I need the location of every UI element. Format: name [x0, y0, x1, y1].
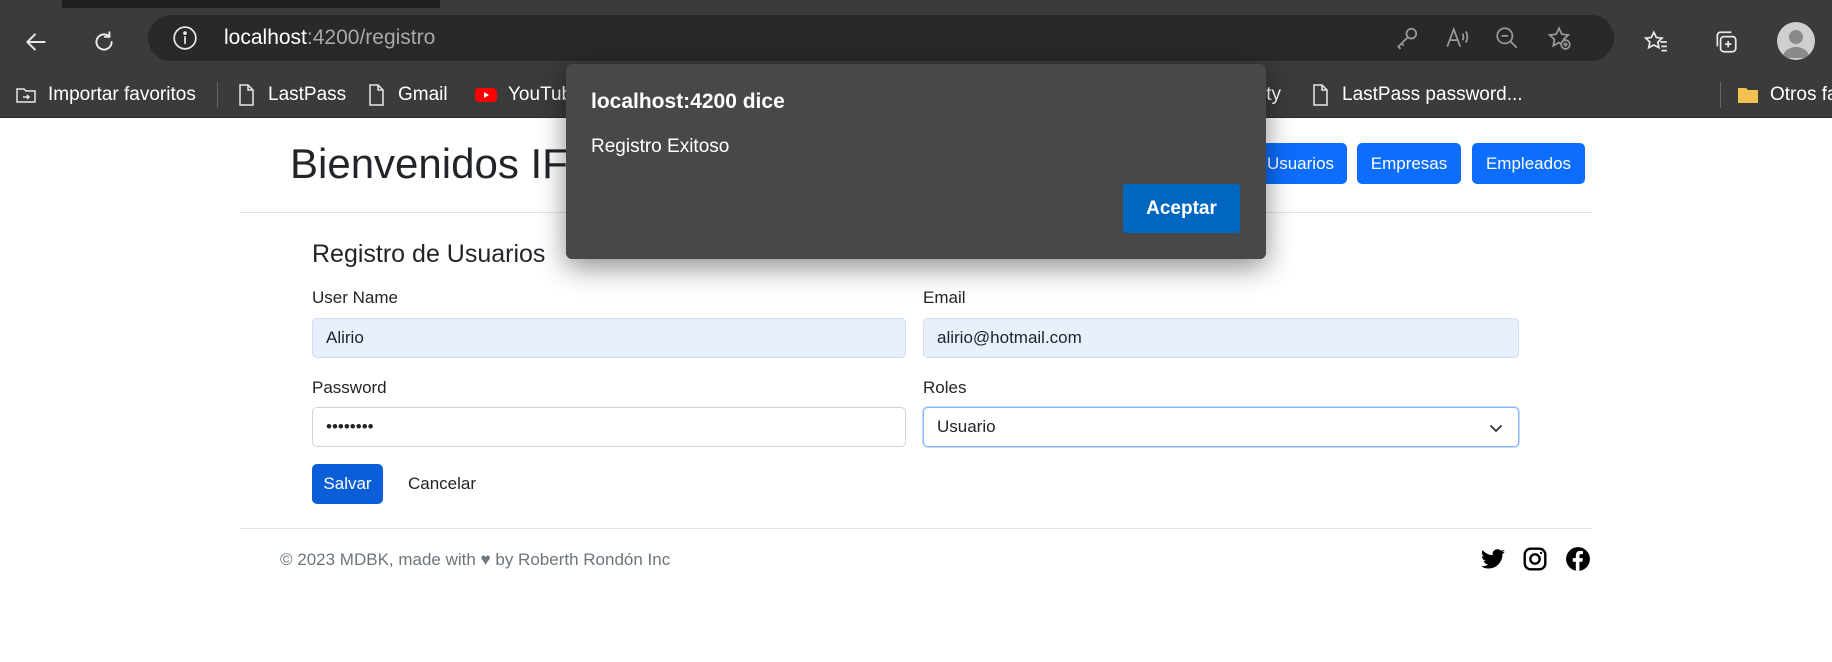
- nav-empleados-button[interactable]: Empleados: [1472, 143, 1585, 184]
- import-icon: [16, 88, 36, 103]
- favorites-icon: [1643, 30, 1667, 52]
- facebook-icon[interactable]: [1565, 546, 1591, 572]
- profile-avatar[interactable]: [1777, 22, 1815, 60]
- back-button[interactable]: [16, 22, 56, 62]
- bookmark-label: LastPass: [268, 84, 347, 105]
- page-icon: [1313, 84, 1328, 106]
- save-button[interactable]: Salvar: [312, 464, 383, 504]
- tab[interactable]: [0, 0, 62, 8]
- user-icon: [1782, 30, 1810, 58]
- bookmark-label: Gmail: [398, 84, 448, 105]
- collections-icon: [1716, 31, 1737, 53]
- footer-divider: [240, 528, 1592, 529]
- site-info-icon[interactable]: [172, 25, 198, 51]
- username-label: User Name: [312, 288, 398, 307]
- refresh-button[interactable]: [84, 22, 124, 62]
- bookmark-divider: [1720, 82, 1721, 108]
- url-text[interactable]: localhost:4200/registro: [224, 26, 435, 50]
- refresh-icon: [95, 31, 113, 51]
- page-icon: [369, 84, 384, 106]
- add-favorite-icon[interactable]: [1546, 25, 1572, 51]
- bookmark-other-favorites[interactable]: Otros fa: [1736, 72, 1832, 118]
- password-label: Password: [312, 378, 387, 397]
- dialog-title: localhost:4200 dice: [591, 90, 785, 113]
- email-value: alirio@hotmail.com: [937, 328, 1082, 347]
- footer-copyright: © 2023 MDBK, made with ♥ by Roberth Rond…: [280, 550, 671, 569]
- email-input[interactable]: alirio@hotmail.com: [923, 318, 1519, 358]
- favorites-button[interactable]: [1636, 22, 1676, 62]
- bookmark-label: Importar favoritos: [48, 84, 196, 105]
- username-value: Alirio: [326, 328, 364, 347]
- zoom-out-icon[interactable]: [1494, 25, 1520, 51]
- nav-empresas-button[interactable]: Empresas: [1357, 143, 1461, 184]
- nav-usuarios-button[interactable]: Usuarios: [1254, 143, 1347, 184]
- form-title: Registro de Usuarios: [312, 240, 546, 268]
- youtube-icon: [475, 88, 497, 102]
- username-input[interactable]: Alirio: [312, 318, 906, 358]
- alert-dialog: localhost:4200 dice Registro Exitoso Ace…: [566, 64, 1266, 259]
- bookmark-label: LastPass password...: [1342, 84, 1523, 105]
- accept-button[interactable]: Aceptar: [1123, 184, 1240, 233]
- email-label: Email: [923, 288, 966, 307]
- page-title: Bienvenidos IF: [290, 140, 568, 187]
- instagram-icon[interactable]: [1522, 546, 1548, 572]
- roles-label: Roles: [923, 378, 967, 397]
- password-input[interactable]: ••••••••: [312, 407, 906, 447]
- url-host: localhost: [224, 26, 307, 49]
- browser-toolbar: localhost:4200/registro: [0, 8, 1832, 72]
- folder-icon: [1738, 88, 1758, 103]
- read-aloud-icon[interactable]: [1444, 25, 1470, 51]
- page-icon: [239, 84, 254, 106]
- key-icon[interactable]: [1394, 25, 1420, 51]
- url-path: :4200/registro: [306, 26, 436, 49]
- chevron-down-icon: [1490, 425, 1502, 432]
- bookmark-label: Otros fa: [1770, 84, 1832, 105]
- bookmark-lastpass-password[interactable]: LastPass password...: [1308, 72, 1523, 118]
- bookmark-gmail[interactable]: Gmail: [364, 72, 448, 118]
- roles-select[interactable]: Usuario: [923, 407, 1519, 447]
- twitter-icon[interactable]: [1480, 546, 1506, 572]
- roles-value: Usuario: [937, 417, 996, 436]
- dialog-message: Registro Exitoso: [591, 136, 730, 157]
- bookmark-lastpass[interactable]: LastPass: [234, 72, 346, 118]
- bookmark-divider: [217, 82, 218, 108]
- bookmark-import-favorites[interactable]: Importar favoritos: [14, 72, 196, 118]
- password-value: ••••••••: [326, 417, 374, 436]
- tab[interactable]: [440, 0, 1832, 8]
- address-bar[interactable]: localhost:4200/registro: [148, 15, 1614, 61]
- collections-button[interactable]: [1706, 22, 1746, 62]
- arrow-left-icon: [26, 33, 46, 51]
- tab-strip: [0, 0, 1832, 8]
- cancel-button[interactable]: Cancelar: [398, 464, 486, 504]
